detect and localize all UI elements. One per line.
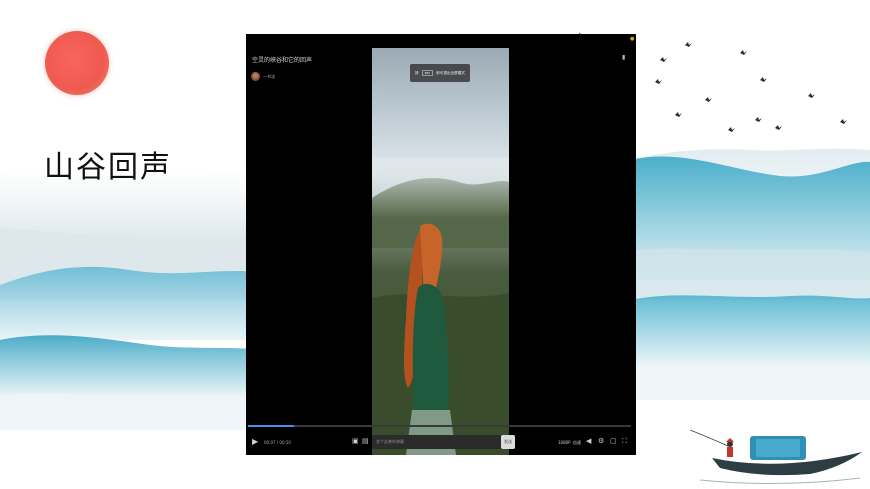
video-title: 空灵的峡谷和它的回声 <box>252 57 313 64</box>
tooltip-prefix: 按 <box>414 70 419 75</box>
play-icon[interactable]: ▶ <box>252 437 258 446</box>
flying-birds-icon <box>655 42 847 132</box>
uploader-name[interactable]: 一书法 <box>263 74 275 80</box>
bookmark-icon[interactable]: ▮ <box>622 54 625 61</box>
settings-icon[interactable]: ⚙ <box>598 437 604 445</box>
progress-fill <box>248 425 294 427</box>
esc-key-badge: esc <box>421 70 434 76</box>
danmu-placeholder: 发个友善的弹幕 <box>376 439 404 444</box>
video-frame[interactable]: 按 esc 即可退出全屏模式 <box>372 48 509 455</box>
speed-button[interactable]: 倍速 <box>573 440 581 446</box>
status-dot-icon: ● <box>630 36 635 42</box>
fullscreen-icon[interactable]: ⛶ <box>622 437 627 446</box>
exit-fullscreen-tooltip: 按 esc 即可退出全屏模式 <box>410 64 470 82</box>
progress-bar[interactable] <box>248 425 631 427</box>
send-danmu-button[interactable]: 发送 <box>501 435 515 449</box>
slide-title: 山谷回声 <box>44 150 172 185</box>
avatar[interactable] <box>251 72 260 81</box>
uploader-info[interactable]: 一书法 <box>251 72 275 81</box>
video-player[interactable]: 空灵的峡谷和它的回声 一书法 ● ▮ 按 esc 即可退出全屏模式 ▶ 00:0… <box>246 34 636 455</box>
tooltip-suffix: 即可退出全屏模式 <box>436 70 466 75</box>
danmu-settings-icon[interactable]: ▤ <box>362 437 369 445</box>
fishing-boat-icon <box>690 429 862 485</box>
quality-button[interactable]: 1080P <box>558 440 571 445</box>
danmu-toggle-icon[interactable]: ▣ <box>352 437 359 445</box>
player-controls: ▶ 00:07 / 00:50 ▣ ▤ 发个友善的弹幕 发送 1080P 倍速 … <box>246 432 636 455</box>
volume-icon[interactable]: ◀ <box>586 437 591 445</box>
pip-icon[interactable]: ▢ <box>610 437 617 445</box>
ink-mountains-left <box>0 166 260 430</box>
video-scene <box>372 158 509 455</box>
time-readout: 00:07 / 00:50 <box>264 440 291 445</box>
danmu-input[interactable]: 发个友善的弹幕 发送 <box>372 435 515 449</box>
red-sun <box>45 31 109 95</box>
